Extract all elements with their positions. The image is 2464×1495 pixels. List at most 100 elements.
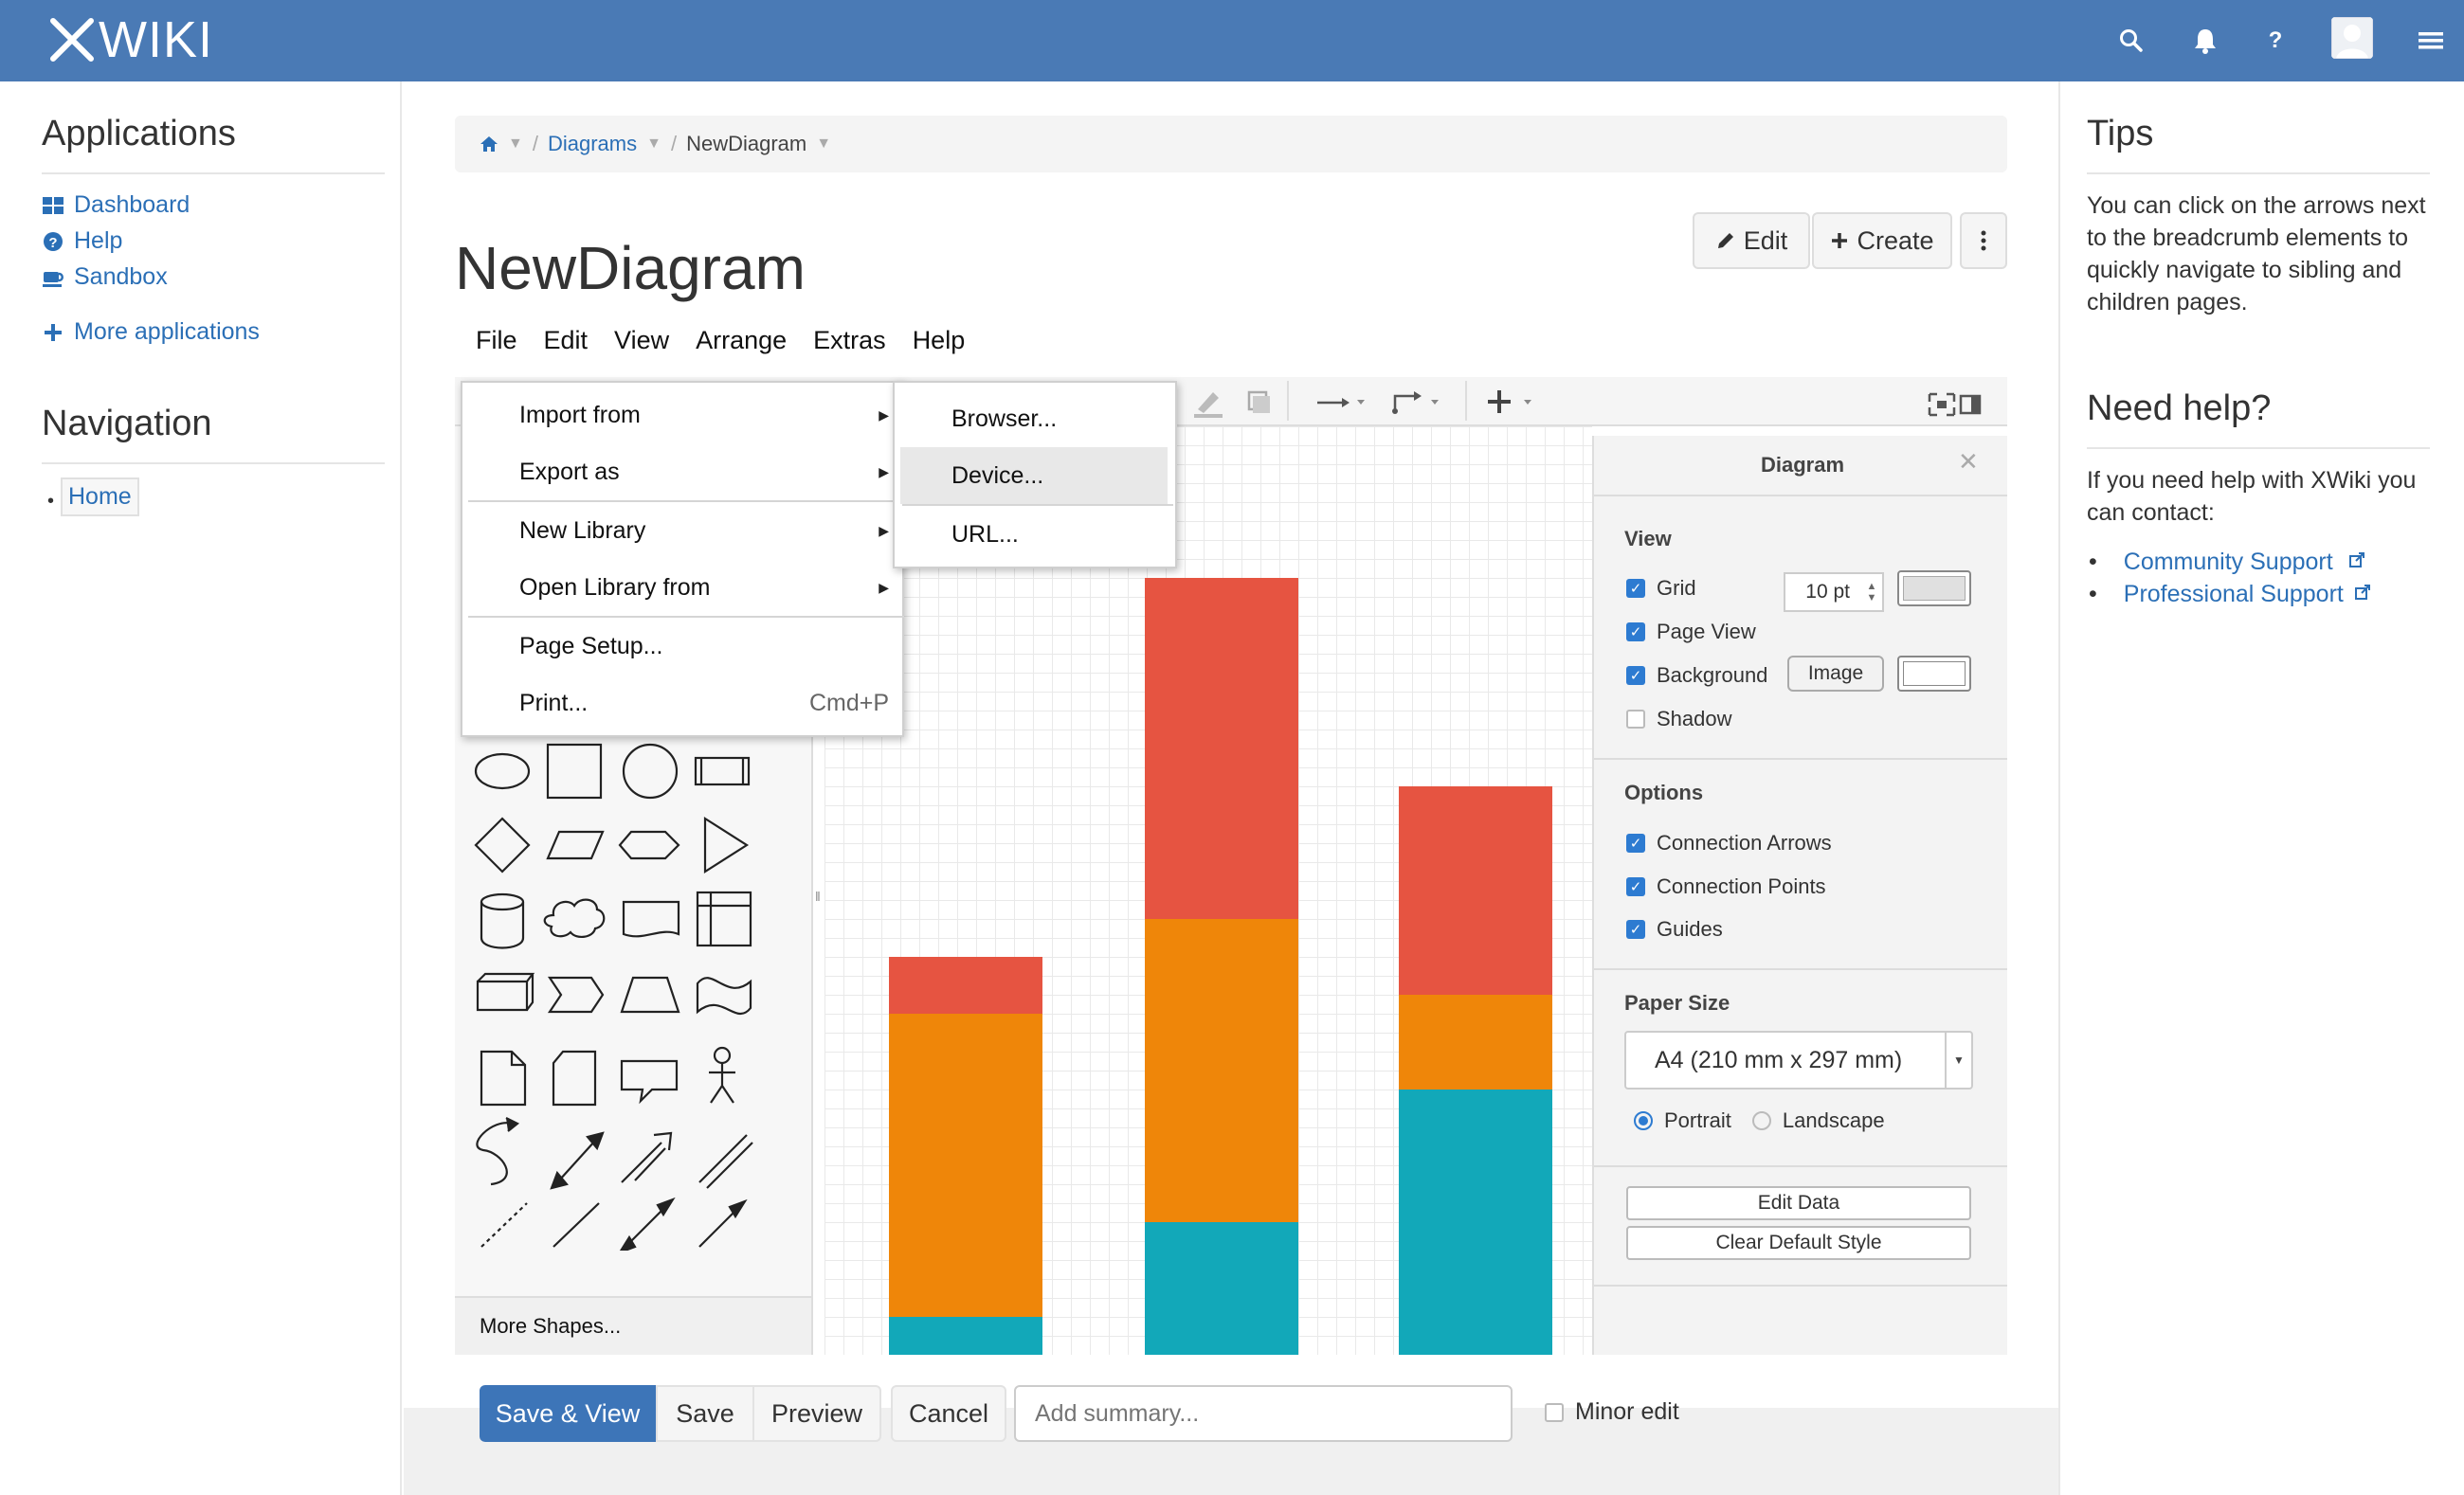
connection-points-row[interactable]: ✓ Connection Points bbox=[1626, 874, 1826, 899]
clear-default-style-button[interactable]: Clear Default Style bbox=[1626, 1226, 1971, 1260]
portrait-radio-row[interactable]: Portrait Landscape bbox=[1634, 1108, 1885, 1133]
community-support-link[interactable]: Community Support bbox=[2124, 546, 2333, 578]
cancel-button[interactable]: Cancel bbox=[891, 1385, 1006, 1442]
grid-size-stepper[interactable]: ▲ ▼ bbox=[1861, 574, 1882, 610]
minor-edit-label: Minor edit bbox=[1575, 1398, 1679, 1425]
submenu-item-browser[interactable]: Browser... bbox=[897, 390, 1168, 447]
page-view-checkbox[interactable]: ✓ bbox=[1626, 622, 1645, 641]
paper-size-select[interactable]: A4 (210 mm x 297 mm) bbox=[1624, 1031, 1973, 1090]
bar-3-teal-segment[interactable] bbox=[1399, 1090, 1552, 1355]
save-button[interactable]: Save bbox=[656, 1385, 754, 1442]
top-bar bbox=[0, 0, 2464, 81]
submenu-item-url[interactable]: URL... bbox=[897, 506, 1168, 563]
menu-item-new-library[interactable]: New Library ▶ bbox=[462, 502, 902, 559]
background-checkbox[interactable]: ✓ bbox=[1626, 666, 1645, 685]
bar-1-red-segment[interactable] bbox=[889, 957, 1042, 1014]
chevron-down-icon[interactable]: ▼ bbox=[816, 135, 831, 153]
home-icon[interactable] bbox=[480, 135, 498, 153]
more-applications-link[interactable]: More applications bbox=[42, 318, 260, 346]
bar-2-orange-segment[interactable] bbox=[1145, 919, 1298, 1222]
svg-text:?: ? bbox=[48, 235, 57, 251]
hamburger-icon[interactable] bbox=[2407, 17, 2455, 64]
close-icon[interactable]: ✕ bbox=[1958, 447, 1979, 477]
background-image-button[interactable]: Image bbox=[1787, 656, 1884, 692]
submenu-item-device[interactable]: Device... bbox=[900, 447, 1168, 504]
shape-library[interactable] bbox=[464, 739, 768, 1251]
background-color-swatch[interactable] bbox=[1897, 656, 1971, 692]
menu-extras[interactable]: Extras bbox=[800, 326, 899, 355]
page-view-checkbox-row[interactable]: ✓ Page View bbox=[1626, 620, 1756, 644]
menu-item-export-as[interactable]: Export as ▶ bbox=[462, 443, 902, 500]
breadcrumb-diagrams[interactable]: Diagrams bbox=[548, 132, 637, 156]
menu-item-print[interactable]: Print... Cmd+P bbox=[462, 675, 902, 731]
app-link-help[interactable]: ? Help bbox=[42, 227, 122, 255]
breadcrumb-current: NewDiagram bbox=[686, 132, 807, 155]
connection-points-checkbox[interactable]: ✓ bbox=[1626, 877, 1645, 896]
guides-checkbox[interactable]: ✓ bbox=[1626, 920, 1645, 939]
menu-item-label: Export as bbox=[519, 458, 620, 485]
format-panel-title: Diagram bbox=[1761, 453, 1845, 477]
preview-button[interactable]: Preview bbox=[754, 1385, 881, 1442]
minor-edit-checkbox[interactable] bbox=[1545, 1402, 1564, 1422]
menu-edit[interactable]: Edit bbox=[531, 326, 602, 355]
connection-arrows-row[interactable]: ✓ Connection Arrows bbox=[1626, 831, 1832, 856]
grid-checkbox-row[interactable]: ✓ Grid bbox=[1626, 576, 1696, 601]
panel-resize-handle[interactable]: ‖ bbox=[815, 889, 821, 904]
menu-item-open-library-from[interactable]: Open Library from ▶ bbox=[462, 559, 902, 616]
search-icon[interactable] bbox=[2108, 17, 2155, 64]
left-sidebar bbox=[0, 81, 402, 1495]
grid-color-swatch[interactable] bbox=[1897, 570, 1971, 606]
connection-icon[interactable] bbox=[1314, 388, 1370, 417]
nav-home-link[interactable]: Home bbox=[61, 477, 139, 516]
app-link-sandbox[interactable]: Sandbox bbox=[42, 263, 168, 291]
bar-1-orange-segment[interactable] bbox=[889, 1014, 1042, 1317]
edit-button[interactable]: Edit bbox=[1693, 212, 1810, 269]
save-and-view-button[interactable]: Save & View bbox=[480, 1385, 656, 1442]
shadow-icon[interactable] bbox=[1245, 388, 1274, 417]
landscape-radio[interactable] bbox=[1751, 1111, 1771, 1130]
bar-3-orange-segment[interactable] bbox=[1399, 995, 1552, 1090]
menu-item-label: Print... bbox=[519, 689, 589, 716]
avatar[interactable] bbox=[2331, 17, 2373, 59]
professional-support-link[interactable]: Professional Support bbox=[2124, 578, 2344, 610]
create-button[interactable]: Create bbox=[1812, 212, 1952, 269]
menu-item-label: Open Library from bbox=[519, 573, 711, 601]
bar-2-red-segment[interactable] bbox=[1145, 578, 1298, 919]
fullscreen-icon[interactable] bbox=[1928, 392, 1956, 417]
background-checkbox-row[interactable]: ✓ Background bbox=[1626, 663, 1767, 688]
bar-3-red-segment[interactable] bbox=[1399, 786, 1552, 995]
chevron-down-icon[interactable]: ▼ bbox=[1945, 1033, 1971, 1088]
more-shapes-button[interactable]: More Shapes... bbox=[455, 1296, 811, 1355]
menu-arrange[interactable]: Arrange bbox=[682, 326, 800, 355]
more-actions-button[interactable] bbox=[1960, 212, 2007, 269]
summary-input[interactable] bbox=[1014, 1385, 1513, 1442]
chevron-down-icon[interactable]: ▼ bbox=[508, 135, 523, 153]
guides-row[interactable]: ✓ Guides bbox=[1626, 917, 1723, 942]
edit-data-button[interactable]: Edit Data bbox=[1626, 1186, 1971, 1220]
menu-view[interactable]: View bbox=[601, 326, 682, 355]
menu-item-page-setup[interactable]: Page Setup... bbox=[462, 618, 902, 675]
app-link-dashboard[interactable]: Dashboard bbox=[42, 191, 190, 219]
help-icon[interactable]: ? bbox=[2252, 17, 2299, 64]
shadow-checkbox-row[interactable]: Shadow bbox=[1626, 707, 1732, 731]
insert-plus-icon[interactable] bbox=[1486, 387, 1543, 417]
menu-help[interactable]: Help bbox=[899, 326, 979, 355]
community-support-item: • Community Support bbox=[2089, 546, 2333, 578]
paper-size-section-label: Paper Size bbox=[1624, 991, 1730, 1015]
line-color-icon[interactable] bbox=[1190, 385, 1228, 419]
external-link-icon bbox=[2354, 584, 2371, 605]
minor-edit-row[interactable]: Minor edit bbox=[1545, 1398, 1679, 1426]
xwiki-logo[interactable]: WIKI bbox=[47, 11, 213, 68]
grid-checkbox[interactable]: ✓ bbox=[1626, 579, 1645, 598]
shadow-checkbox[interactable] bbox=[1626, 710, 1645, 729]
portrait-radio[interactable] bbox=[1634, 1111, 1653, 1130]
menu-file[interactable]: File bbox=[462, 326, 531, 355]
menu-item-import-from[interactable]: Import from ▶ bbox=[462, 387, 902, 443]
bar-2-teal-segment[interactable] bbox=[1145, 1222, 1298, 1355]
chevron-down-icon[interactable]: ▼ bbox=[646, 135, 661, 153]
bar-1-teal-segment[interactable] bbox=[889, 1317, 1042, 1355]
bell-icon[interactable] bbox=[2182, 17, 2229, 64]
format-panel-toggle-icon[interactable] bbox=[1958, 392, 1983, 417]
waypoints-icon[interactable] bbox=[1389, 387, 1446, 417]
connection-arrows-checkbox[interactable]: ✓ bbox=[1626, 834, 1645, 853]
